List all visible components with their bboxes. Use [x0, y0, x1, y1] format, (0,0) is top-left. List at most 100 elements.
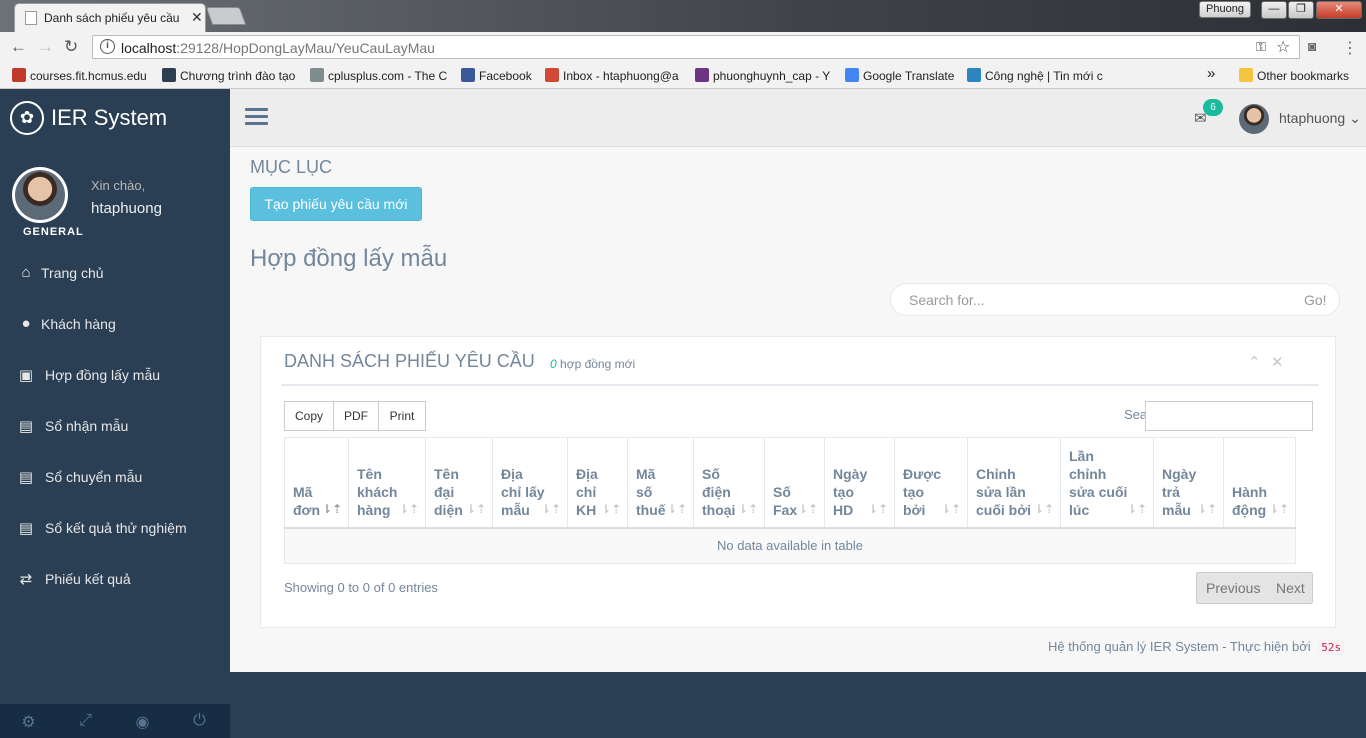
column-header[interactable]: Tên khách hàng ⇂⇡ — [348, 437, 426, 529]
column-header[interactable]: Địa chỉ lấy mẫu ⇂⇡ — [492, 437, 568, 529]
bookmark-favicon — [845, 68, 859, 82]
bookmark-item[interactable]: Công nghệ | Tin mới c — [967, 68, 1105, 83]
column-header[interactable]: Ngày trả mẫu ⇂⇡ — [1153, 437, 1224, 529]
collapse-icon[interactable]: ⌃ — [1248, 353, 1261, 371]
minimize-button[interactable]: — — [1261, 1, 1287, 19]
main-content: MỤC LỤC Tạo phiếu yêu cầu mới Hợp đồng l… — [230, 147, 1366, 672]
search-go-button[interactable]: Go! — [1304, 292, 1327, 308]
bookmark-item[interactable]: cplusplus.com - The C — [310, 68, 448, 83]
fullscreen-icon[interactable]: ⤢ — [57, 712, 114, 730]
profile-greeting: Xin chào, — [91, 178, 146, 193]
address-bar[interactable]: i localhost:29128/HopDongLayMau/YeuCauLa… — [92, 35, 1300, 59]
site-info-icon[interactable]: i — [100, 39, 115, 54]
column-header-label: Tên khách hàng — [357, 465, 398, 518]
user-menu[interactable]: htaphuong ⌄ — [1279, 110, 1361, 127]
sidebar-item-receive-book[interactable]: ▤ Sổ nhận mẫu — [0, 417, 230, 457]
forward-icon[interactable]: → — [37, 37, 54, 57]
new-tab-button[interactable] — [205, 7, 247, 25]
column-header-label: Số Fax — [773, 483, 798, 518]
requests-panel: DANH SÁCH PHIẾU YÊU CẦU 0 hợp đồng mới ⌃… — [260, 336, 1336, 628]
browser-toolbar: ← → ↻ i localhost:29128/HopDongLayMau/Ye… — [0, 32, 1366, 62]
back-icon[interactable]: ← — [10, 37, 27, 57]
page-bottom-background — [230, 672, 1366, 738]
column-header-label: Tên đại diện — [434, 465, 463, 518]
bookmark-item[interactable]: courses.fit.hcmus.edu — [12, 68, 152, 83]
column-header-label: Địa chỉ KH — [576, 465, 598, 518]
bookmark-item[interactable]: Chương trình đào tạo — [162, 68, 296, 83]
key-icon[interactable]: ⚿ — [1256, 39, 1266, 55]
bookmark-label: cplusplus.com - The C — [328, 69, 448, 83]
reload-icon[interactable]: ↻ — [64, 37, 78, 57]
column-header[interactable]: Mã số thuế ⇂⇡ — [627, 437, 694, 529]
column-header[interactable]: Mã đơn ⇂⇡ — [284, 437, 349, 529]
sidebar-item-test-results[interactable]: ▤ Sổ kết quả thử nghiệm — [0, 519, 230, 559]
sidebar-item-label: Hợp đồng lấy mẫu — [45, 367, 161, 383]
bookmark-favicon — [162, 68, 176, 82]
top-navbar: ✉ 6 htaphuong ⌄ — [230, 89, 1366, 147]
bookmark-item[interactable]: Facebook — [461, 68, 537, 83]
browser-menu-icon[interactable]: ⋮ — [1342, 38, 1358, 58]
folder-icon — [1239, 68, 1253, 82]
menu-toggle-icon[interactable] — [245, 108, 268, 126]
sidebar-item-label: Khách hàng — [41, 316, 116, 332]
search-input[interactable]: Search for... — [909, 292, 984, 308]
chevron-down-icon: ⌄ — [1349, 110, 1361, 126]
print-button[interactable]: Print — [378, 401, 426, 431]
bookmarks-overflow-button[interactable]: » — [1207, 65, 1215, 82]
url-text[interactable]: localhost:29128/HopDongLayMau/YeuCauLayM… — [121, 40, 435, 56]
table-search-input[interactable] — [1145, 401, 1313, 431]
footer-text: Hệ thống quản lý IER System - Thực hiện … — [1048, 639, 1311, 654]
bookmark-star-icon[interactable]: ☆ — [1276, 37, 1290, 57]
sort-icon: ⇂⇡ — [1126, 501, 1147, 516]
sort-icon: ⇂⇡ — [1196, 501, 1217, 516]
previous-button[interactable]: Previous — [1206, 580, 1260, 596]
column-header[interactable]: Tên đại diện ⇂⇡ — [425, 437, 493, 529]
browser-profile-badge[interactable]: Phuong — [1199, 1, 1251, 18]
copy-button[interactable]: Copy — [284, 401, 334, 431]
home-icon: ⌂ — [21, 264, 31, 281]
maximize-button[interactable]: ❐ — [1288, 1, 1314, 19]
requests-table: Mã đơn ⇂⇡ Tên khách hàng ⇂⇡ Tên đại diện ⇂⇡… — [284, 437, 1296, 564]
create-request-button[interactable]: Tạo phiếu yêu cầu mới — [250, 187, 422, 221]
page-title: Hợp đồng lấy mẫu — [250, 245, 448, 272]
new-count-label: hợp đồng mới — [556, 357, 636, 371]
sort-icon: ⇂⇡ — [1268, 501, 1289, 516]
bookmark-favicon — [12, 68, 26, 82]
column-header-label: Ngày tạo HD — [833, 465, 868, 518]
column-header[interactable]: Được tạo bởi ⇂⇡ — [894, 437, 968, 529]
sidebar-item-transfer-book[interactable]: ▤ Sổ chuyển mẫu — [0, 468, 230, 508]
column-header[interactable]: Địa chỉ KH ⇂⇡ — [567, 437, 628, 529]
power-icon[interactable]: ⏻ — [171, 712, 228, 730]
bookmarks-bar: courses.fit.hcmus.edu Chương trình đào t… — [0, 62, 1366, 89]
briefcase-icon: ▣ — [18, 367, 34, 384]
column-header[interactable]: Số điện thoại ⇂⇡ — [693, 437, 765, 529]
bookmark-item[interactable]: phuonghuynh_cap - Y — [695, 68, 831, 83]
page-heading: MỤC LỤC — [250, 157, 333, 177]
tab-close-icon[interactable]: ✕ — [191, 9, 203, 26]
eye-slash-icon[interactable]: ◉ — [114, 712, 171, 732]
next-button[interactable]: Next — [1276, 580, 1305, 596]
column-header[interactable]: Hành động ⇂⇡ — [1223, 437, 1296, 529]
sidebar-item-customers[interactable]: ● Khách hàng — [0, 315, 230, 355]
settings-icon[interactable]: ⚙ — [0, 712, 57, 732]
sidebar-item-result-forms[interactable]: ⇄ Phiếu kết quả — [0, 570, 230, 610]
pdf-button[interactable]: PDF — [333, 401, 379, 431]
column-header-label: Số điện thoại — [702, 465, 736, 518]
column-header-label: Mã đơn — [293, 483, 321, 518]
column-header[interactable]: Ngày tạo HD ⇂⇡ — [824, 437, 895, 529]
user-avatar[interactable] — [1239, 104, 1269, 134]
close-window-button[interactable]: ✕ — [1316, 1, 1362, 19]
close-icon[interactable]: ✕ — [1271, 353, 1284, 371]
column-header[interactable]: Lần chỉnh sửa cuối lúc ⇂⇡ — [1060, 437, 1154, 529]
sidebar-item-home[interactable]: ⌂ Trang chủ — [0, 264, 230, 304]
column-header[interactable]: Chỉnh sửa lần cuối bởi ⇂⇡ — [967, 437, 1061, 529]
browser-tab[interactable]: Danh sách phiếu yêu cầu ✕ — [14, 3, 206, 32]
bookmark-item[interactable]: Google Translate — [845, 68, 960, 83]
sidebar-item-contracts[interactable]: ▣ Hợp đồng lấy mẫu — [0, 366, 230, 406]
column-header[interactable]: Số Fax ⇂⇡ — [764, 437, 825, 529]
camera-icon[interactable]: ◙ — [1308, 38, 1316, 54]
profile-avatar — [12, 167, 68, 223]
other-bookmarks[interactable]: Other bookmarks — [1239, 68, 1349, 83]
bookmark-label: Chương trình đào tạo — [180, 69, 296, 83]
bookmark-item[interactable]: Inbox - htaphuong@a — [545, 68, 682, 83]
